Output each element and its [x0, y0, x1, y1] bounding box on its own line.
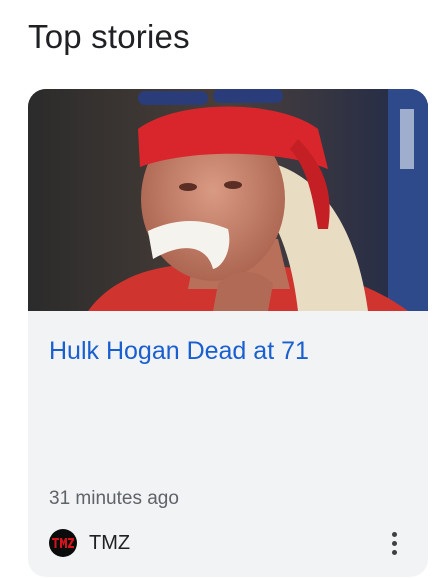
story-thumbnail-image[interactable] [28, 89, 428, 311]
more-options-button[interactable] [382, 527, 406, 559]
top-story-card[interactable]: Hulk Hogan Dead at 71 31 minutes ago TMZ [28, 89, 428, 577]
story-timestamp: 31 minutes ago [49, 488, 179, 509]
tmz-logo-icon [49, 529, 77, 557]
more-vert-icon-dot [391, 540, 397, 546]
source-name: TMZ [89, 531, 131, 554]
more-vert-icon-dot [391, 549, 397, 555]
section-title: Top stories [28, 18, 190, 55]
more-vert-icon [391, 531, 397, 537]
story-headline-link[interactable]: Hulk Hogan Dead at 71 [49, 335, 409, 367]
source-attribution[interactable]: TMZ [49, 527, 130, 559]
